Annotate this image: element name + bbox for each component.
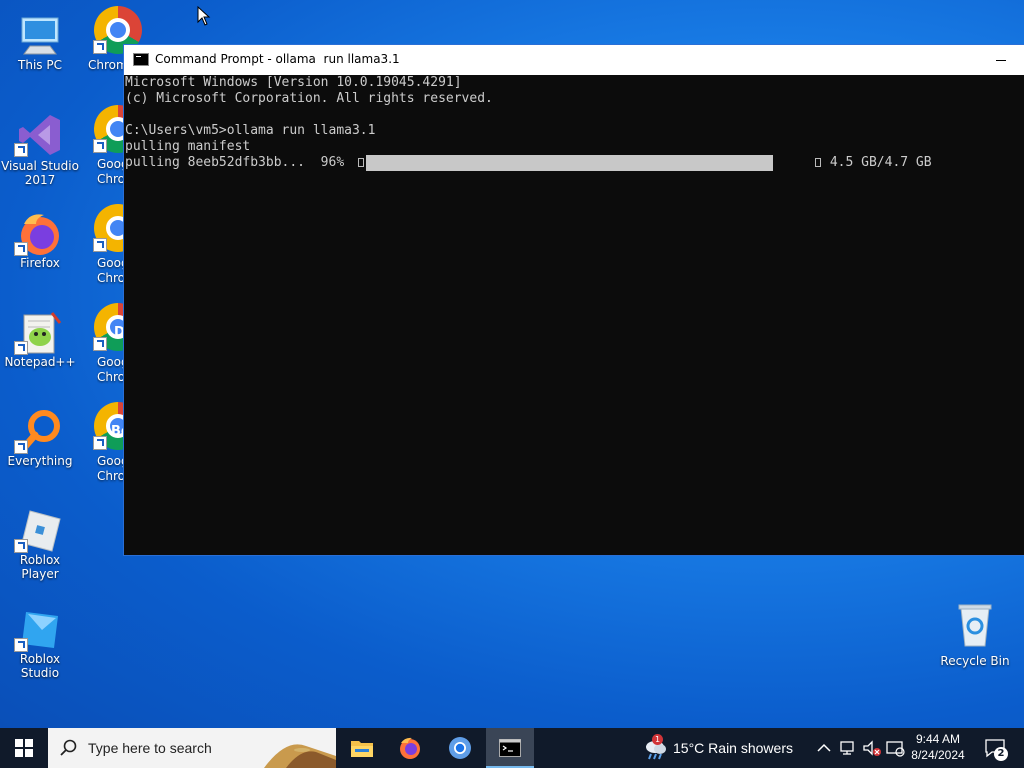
desktop-icon-label: Notepad++	[4, 355, 76, 369]
search-placeholder: Type here to search	[88, 740, 212, 756]
file-explorer-icon	[351, 741, 373, 757]
search-highlight-landscape-icon	[256, 728, 336, 768]
network-icon[interactable]	[838, 738, 858, 758]
shortcut-arrow-icon	[93, 436, 107, 450]
taskbar-search-box[interactable]: Type here to search	[48, 728, 336, 768]
desktop: This PC Visual Studio 2017 Firefox Notep…	[0, 0, 1024, 728]
console-line: C:\Users\vm5>ollama run llama3.1	[125, 123, 376, 138]
desktop-icon-label: Roblox Player	[19, 553, 61, 581]
console-line: Microsoft Windows [Version 10.0.19045.42…	[125, 75, 462, 90]
label-line-2: 2017	[24, 173, 56, 187]
taskbar-chrome[interactable]	[436, 728, 484, 768]
chevron-up-icon[interactable]	[814, 738, 834, 758]
console-line: pulling manifest	[125, 139, 251, 154]
shortcut-arrow-icon	[14, 143, 28, 157]
mouse-cursor-icon	[197, 6, 211, 26]
desktop-icon-notepad-plus-plus[interactable]: Notepad++	[0, 303, 80, 391]
command-prompt-window[interactable]: Command Prompt - ollama run llama3.1 Mic…	[124, 45, 1024, 555]
desktop-icon-chrome-5[interactable]: Be Goog Chrome	[84, 402, 142, 487]
taskbar-command-prompt[interactable]	[486, 728, 534, 768]
notification-count-badge: 2	[994, 747, 1008, 761]
desktop-icon-firefox[interactable]: Firefox	[0, 204, 80, 292]
shortcut-arrow-icon	[93, 139, 107, 153]
shortcut-arrow-icon	[14, 341, 28, 355]
label-line-1: Visual Studio	[1, 159, 79, 173]
windows-logo-icon	[15, 739, 33, 757]
minimize-button[interactable]	[978, 45, 1024, 75]
taskbar: Type here to search 1 15°C Rain showers …	[0, 728, 1024, 768]
clock-time: 9:44 AM	[915, 732, 961, 746]
search-icon	[60, 739, 77, 756]
firefox-icon	[400, 737, 420, 759]
shortcut-arrow-icon	[14, 440, 28, 454]
shortcut-arrow-icon	[93, 337, 107, 351]
desktop-icon-label: Recycle Bin	[940, 654, 1010, 668]
label-line-2: Chro	[97, 271, 125, 285]
desktop-icon-this-pc[interactable]: This PC	[0, 6, 80, 94]
display-settings-icon[interactable]	[885, 738, 905, 758]
desktop-icon-recycle-bin[interactable]: Recycle Bin	[935, 598, 1015, 678]
recycle-bin-icon	[958, 604, 992, 647]
action-center-button[interactable]: 2	[980, 728, 1024, 768]
chrome-icon	[449, 737, 471, 759]
weather-text: 15°C Rain showers	[673, 740, 793, 756]
desktop-icon-chrome-2[interactable]: Goog Chron	[84, 105, 142, 190]
shortcut-arrow-icon	[93, 40, 107, 54]
desktop-icon-label: Visual Studio 2017	[0, 159, 80, 187]
taskbar-file-explorer[interactable]	[338, 728, 386, 768]
desktop-icon-label: Roblox Studio	[19, 652, 61, 680]
this-pc-icon	[21, 17, 59, 55]
command-prompt-icon	[133, 53, 149, 66]
taskbar-firefox[interactable]	[386, 728, 434, 768]
command-prompt-icon	[499, 739, 521, 757]
clock-date: 8/24/2024	[911, 748, 965, 762]
window-titlebar[interactable]: Command Prompt - ollama run llama3.1	[124, 45, 1024, 75]
volume-muted-icon[interactable]	[862, 738, 882, 758]
download-progress-fill	[366, 155, 773, 171]
desktop-icon-visual-studio[interactable]: Visual Studio 2017	[0, 105, 80, 193]
shortcut-arrow-icon	[14, 539, 28, 553]
desktop-icon-chrome-3[interactable]: Goog Chro	[84, 204, 142, 289]
start-button[interactable]	[0, 728, 48, 768]
shortcut-arrow-icon	[14, 242, 28, 256]
taskbar-clock[interactable]: 9:44 AM 8/24/2024	[905, 731, 971, 763]
window-title: Command Prompt - ollama run llama3.1	[155, 52, 400, 66]
desktop-icon-chrome-1[interactable]: Chrom	[84, 6, 142, 86]
progress-left-cap	[358, 158, 364, 167]
desktop-icon-label: This PC	[18, 58, 62, 72]
console-output[interactable]: Microsoft Windows [Version 10.0.19045.42…	[125, 75, 1023, 555]
desktop-icon-label: Chrom	[88, 58, 128, 72]
download-progress-bar	[366, 155, 790, 171]
desktop-icon-roblox-studio[interactable]: Roblox Studio	[0, 600, 80, 688]
console-line: (c) Microsoft Corporation. All rights re…	[125, 91, 493, 106]
pull-status-text: pulling 8eeb52dfb3bb... 96%	[125, 155, 352, 170]
desktop-icon-everything[interactable]: Everything	[0, 402, 80, 490]
weather-widget[interactable]: 1 15°C Rain showers	[641, 728, 801, 768]
shortcut-arrow-icon	[93, 238, 107, 252]
shortcut-arrow-icon	[14, 638, 28, 652]
progress-right-cap	[815, 158, 821, 167]
pull-size-text: 4.5 GB/4.7 GB	[822, 155, 932, 170]
desktop-icon-chrome-4[interactable]: D Goog Chrome	[84, 303, 142, 388]
desktop-icon-label: Firefox	[20, 256, 60, 270]
desktop-icon-label: Everything	[7, 454, 73, 468]
desktop-icon-roblox-player[interactable]: Roblox Player	[0, 501, 80, 589]
weather-alert-badge: 1	[652, 734, 663, 745]
